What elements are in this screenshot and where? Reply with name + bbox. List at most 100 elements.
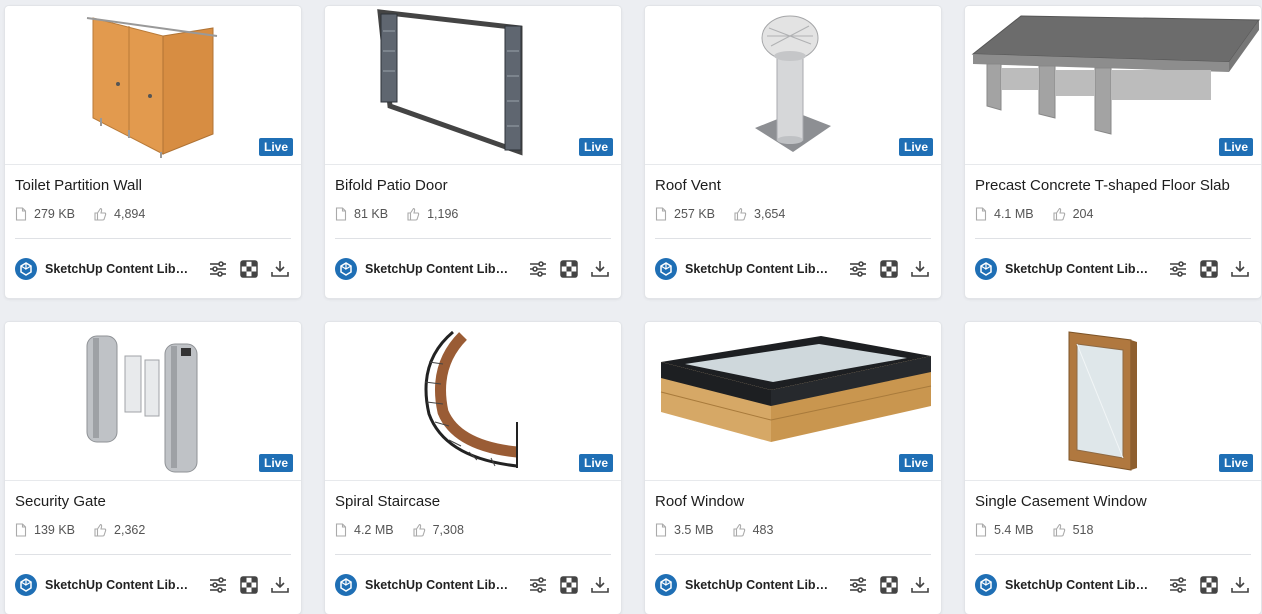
sliders-icon xyxy=(210,577,226,593)
publisher-name[interactable]: SketchUp Content Libr... xyxy=(45,262,189,276)
sketchup-logo-icon[interactable] xyxy=(975,574,997,596)
checkerboard-icon xyxy=(240,260,258,278)
casement-window-model-image xyxy=(1068,331,1137,471)
ar-view-button[interactable] xyxy=(558,574,580,596)
model-title[interactable]: Bifold Patio Door xyxy=(335,177,448,194)
checkerboard-icon xyxy=(880,260,898,278)
ar-view-button[interactable] xyxy=(238,574,260,596)
like-count: 2,362 xyxy=(114,523,146,537)
model-thumbnail[interactable]: Live xyxy=(325,322,621,481)
like-icon xyxy=(94,523,107,537)
model-card[interactable]: Live Single Casement Window 5.4 MB 518 S… xyxy=(965,322,1261,614)
download-button[interactable] xyxy=(909,574,931,596)
sliders-icon xyxy=(1170,577,1186,593)
model-title[interactable]: Precast Concrete T-shaped Floor Slab xyxy=(975,177,1230,194)
model-meta: 4.2 MB 7,308 xyxy=(335,523,482,537)
sketchup-logo-icon[interactable] xyxy=(655,258,677,280)
file-size: 4.1 MB xyxy=(994,207,1034,221)
download-icon xyxy=(271,261,289,277)
roof-window-model-image xyxy=(660,336,932,442)
file-icon xyxy=(975,523,987,537)
download-button[interactable] xyxy=(1229,574,1251,596)
live-badge: Live xyxy=(1218,454,1253,472)
model-title[interactable]: Toilet Partition Wall xyxy=(15,177,142,194)
download-button[interactable] xyxy=(1229,258,1251,280)
model-thumbnail[interactable]: Live xyxy=(965,6,1261,165)
ar-view-button[interactable] xyxy=(1198,258,1220,280)
model-meta: 3.5 MB 483 xyxy=(655,523,791,537)
spiral-staircase-model-image xyxy=(424,330,518,468)
download-button[interactable] xyxy=(589,574,611,596)
card-divider xyxy=(15,238,291,239)
publisher-name[interactable]: SketchUp Content Libr... xyxy=(685,578,829,592)
sketchup-logo-icon[interactable] xyxy=(335,574,357,596)
model-title[interactable]: Spiral Staircase xyxy=(335,493,440,510)
settings-button[interactable] xyxy=(207,574,229,596)
model-card[interactable]: Live Toilet Partition Wall 279 KB 4,894 … xyxy=(5,6,301,298)
like-count: 7,308 xyxy=(432,523,464,537)
sketchup-logo-icon[interactable] xyxy=(335,258,357,280)
like-icon xyxy=(1053,523,1065,537)
sketchup-logo-icon[interactable] xyxy=(15,258,37,280)
ar-view-button[interactable] xyxy=(878,574,900,596)
sketchup-logo-icon[interactable] xyxy=(655,574,677,596)
sketchup-logo-icon[interactable] xyxy=(15,574,37,596)
publisher-name[interactable]: SketchUp Content Libr... xyxy=(1005,262,1149,276)
model-card[interactable]: Live Security Gate 139 KB 2,362 SketchUp… xyxy=(5,322,301,614)
settings-button[interactable] xyxy=(847,574,869,596)
card-footer: SketchUp Content Libr... xyxy=(335,256,611,282)
checkerboard-icon xyxy=(1200,576,1218,594)
file-icon xyxy=(15,523,27,537)
publisher-name[interactable]: SketchUp Content Libr... xyxy=(1005,578,1149,592)
model-thumbnail[interactable]: Live xyxy=(325,6,621,165)
download-icon xyxy=(591,577,609,593)
publisher-name[interactable]: SketchUp Content Libr... xyxy=(365,578,509,592)
ar-view-button[interactable] xyxy=(558,258,580,280)
model-thumbnail[interactable]: Live xyxy=(645,6,941,165)
model-title[interactable]: Single Casement Window xyxy=(975,493,1147,510)
download-button[interactable] xyxy=(269,258,291,280)
publisher-name[interactable]: SketchUp Content Libr... xyxy=(365,262,509,276)
card-footer: SketchUp Content Libr... xyxy=(975,256,1251,282)
publisher-name[interactable]: SketchUp Content Libr... xyxy=(685,262,829,276)
sketchup-logo-icon[interactable] xyxy=(975,258,997,280)
settings-button[interactable] xyxy=(527,574,549,596)
sliders-icon xyxy=(1170,261,1186,277)
model-card[interactable]: Live Roof Window 3.5 MB 483 SketchUp Con… xyxy=(645,322,941,614)
file-size: 81 KB xyxy=(354,207,389,221)
ar-view-button[interactable] xyxy=(878,258,900,280)
model-title[interactable]: Roof Window xyxy=(655,493,744,510)
settings-button[interactable] xyxy=(1167,574,1189,596)
download-button[interactable] xyxy=(269,574,291,596)
like-count: 1,196 xyxy=(427,207,459,221)
live-badge: Live xyxy=(898,454,933,472)
model-title[interactable]: Security Gate xyxy=(15,493,106,510)
model-thumbnail[interactable]: Live xyxy=(5,322,301,481)
settings-button[interactable] xyxy=(847,258,869,280)
model-card[interactable]: Live Bifold Patio Door 81 KB 1,196 Sketc… xyxy=(325,6,621,298)
download-icon xyxy=(911,577,929,593)
settings-button[interactable] xyxy=(1167,258,1189,280)
model-thumbnail[interactable]: Live xyxy=(965,322,1261,481)
file-icon xyxy=(335,207,347,221)
model-thumbnail[interactable]: Live xyxy=(5,6,301,165)
download-button[interactable] xyxy=(589,258,611,280)
model-card[interactable]: Live Spiral Staircase 4.2 MB 7,308 Sketc… xyxy=(325,322,621,614)
file-icon xyxy=(975,207,987,221)
model-title[interactable]: Roof Vent xyxy=(655,177,721,194)
download-icon xyxy=(591,261,609,277)
checkerboard-icon xyxy=(560,576,578,594)
ar-view-button[interactable] xyxy=(238,258,260,280)
settings-button[interactable] xyxy=(207,258,229,280)
model-card[interactable]: Live Roof Vent 257 KB 3,654 SketchUp Con… xyxy=(645,6,941,298)
model-meta: 257 KB 3,654 xyxy=(655,207,803,221)
model-card[interactable]: Live Precast Concrete T-shaped Floor Sla… xyxy=(965,6,1261,298)
download-button[interactable] xyxy=(909,258,931,280)
settings-button[interactable] xyxy=(527,258,549,280)
toilet-partition-model-image xyxy=(86,17,218,158)
model-thumbnail[interactable]: Live xyxy=(645,322,941,481)
card-divider xyxy=(655,554,931,555)
publisher-name[interactable]: SketchUp Content Libr... xyxy=(45,578,189,592)
ar-view-button[interactable] xyxy=(1198,574,1220,596)
sliders-icon xyxy=(530,261,546,277)
